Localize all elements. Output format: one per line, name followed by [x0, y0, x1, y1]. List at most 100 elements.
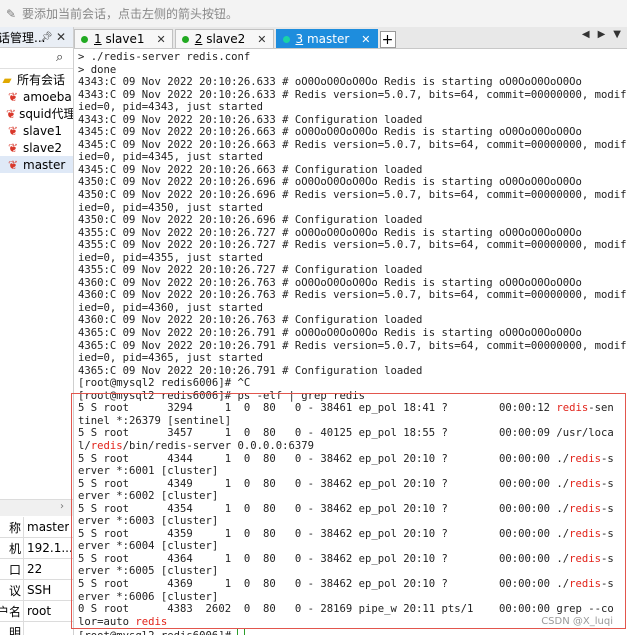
terminal-line-rest: -s	[601, 452, 614, 465]
terminal-line: 4355:C 09 Nov 2022 20:10:26.727 # Redis …	[78, 239, 627, 252]
terminal-line-rest: -s	[601, 477, 614, 490]
terminal-line-text: 4365:C 09 Nov 2022 20:10:26.791 # Config…	[78, 364, 423, 377]
terminal-line: > ./redis-server redis.conf	[78, 51, 627, 64]
session-tree: ▰ 所有会话 ❦ amoeba ❦ squid代理 ❦ slave1 ❦ sla…	[0, 71, 73, 173]
property-value: SSH	[27, 583, 52, 597]
close-tab-icon[interactable]: ✕	[361, 33, 370, 46]
terminal-output[interactable]: > ./redis-server redis.conf > done 4343:C …	[74, 49, 627, 635]
terminal-line: ied=0, pid=4360, just started	[78, 302, 627, 315]
terminal-line: erver *:6002 [cluster]	[78, 490, 627, 503]
terminal-line: > done	[78, 64, 627, 77]
grep-match-highlight: redis	[569, 502, 601, 515]
session-icon: ❦	[7, 157, 19, 172]
terminal-line: 5 S root 3457 1 0 80 0 - 40125 ep_pol 18…	[78, 427, 627, 440]
scroll-right-icon[interactable]: ›	[60, 501, 64, 512]
terminal-line-text: erver *:6005 [cluster]	[78, 565, 219, 578]
tab-master[interactable]: 3 master ✕	[275, 29, 378, 48]
terminal-line-text: 5 S root 3294 1 0 80 0 - 38461 ep_pol 18…	[78, 402, 557, 415]
terminal-line-text: erver *:6003 [cluster]	[78, 515, 219, 528]
pin-icon[interactable]: 📌︎	[40, 32, 53, 43]
tree-item-squid[interactable]: ❦ squid代理	[0, 105, 73, 122]
tree-item-label: squid代理	[19, 107, 74, 121]
session-icon: ❦	[7, 140, 19, 155]
property-value: 192.1...	[27, 541, 73, 555]
tab-slave2[interactable]: 2 slave2 ✕	[174, 29, 274, 48]
terminal-line-text: 4355:C 09 Nov 2022 20:10:26.727 # Config…	[78, 264, 423, 277]
session-search-bar[interactable]: ⌕	[0, 48, 73, 69]
terminal-line: ied=0, pid=4350, just started	[78, 202, 627, 215]
terminal-line-text: 5 S root 4344 1 0 80 0 - 38462 ep_pol 20…	[78, 452, 570, 465]
search-icon[interactable]: ⌕	[56, 50, 63, 65]
terminal-line-text: 4355:C 09 Nov 2022 20:10:26.727 # oO0OoO…	[78, 226, 582, 239]
terminal-line: 5 S root 4354 1 0 80 0 - 38462 ep_pol 20…	[78, 503, 627, 516]
terminal-line-text: 4365:C 09 Nov 2022 20:10:26.791 # Redis …	[78, 339, 627, 352]
sidebar-horizontal-scrollbar[interactable]: ›	[0, 499, 73, 516]
terminal-line: 4360:C 09 Nov 2022 20:10:26.763 # Config…	[78, 314, 627, 327]
grep-match-highlight: redis	[556, 402, 589, 415]
terminal-line-text: ied=0, pid=4365, just started	[78, 352, 263, 365]
terminal-line-text: 4343:C 09 Nov 2022 20:10:26.633 # oO0OoO…	[78, 76, 582, 89]
close-tab-icon[interactable]: ✕	[157, 33, 166, 46]
terminal-line-text: > done	[78, 63, 117, 76]
terminal-line: 4365:C 09 Nov 2022 20:10:26.791 # oO0OoO…	[78, 327, 627, 340]
terminal-line-text: [root@mysql2 redis6006]# ps -elf | grep …	[78, 389, 366, 402]
terminal-line-text: 4360:C 09 Nov 2022 20:10:26.763 # Redis …	[78, 289, 627, 302]
tab-label: 3 master	[295, 32, 350, 46]
terminal-line: ied=0, pid=4355, just started	[78, 252, 627, 265]
terminal-line-text: 5 S root 4349 1 0 80 0 - 38462 ep_pol 20…	[78, 477, 570, 490]
terminal-line: ied=0, pid=4345, just started	[78, 151, 627, 164]
terminal-line-text: 5 S root 4369 1 0 80 0 - 38462 ep_pol 20…	[78, 577, 570, 590]
session-icon: ❦	[6, 106, 17, 121]
tree-item-slave2[interactable]: ❦ slave2	[0, 139, 73, 156]
tree-item-label: amoeba	[23, 89, 72, 104]
terminal-line: 4355:C 09 Nov 2022 20:10:26.727 # Config…	[78, 264, 627, 277]
close-icon[interactable]: ✕	[56, 30, 66, 44]
tab-prev-icon[interactable]: ◀	[582, 29, 590, 40]
tree-root-all-sessions[interactable]: ▰ 所有会话	[0, 71, 73, 88]
terminal-line-rest: -s	[601, 552, 614, 565]
terminal-line-text: l/	[78, 439, 91, 452]
add-tab-button[interactable]: +	[379, 31, 396, 48]
terminal-line-text: 4350:C 09 Nov 2022 20:10:26.696 # Redis …	[78, 189, 627, 202]
terminal-line: 4350:C 09 Nov 2022 20:10:26.696 # oO0OoO…	[78, 176, 627, 189]
terminal-line-text: 5 S root 4359 1 0 80 0 - 38462 ep_pol 20…	[78, 527, 570, 540]
terminal-line: 0 S root 4383 2602 0 80 0 - 28169 pipe_w…	[78, 603, 627, 616]
property-key: 称	[0, 517, 24, 537]
terminal-line-text: ied=0, pid=4355, just started	[78, 251, 263, 264]
tab-slave1[interactable]: 1 slave1 ✕	[74, 29, 173, 48]
tree-item-amoeba[interactable]: ❦ amoeba	[0, 88, 73, 105]
terminal-line-text: 4355:C 09 Nov 2022 20:10:26.727 # Redis …	[78, 239, 627, 252]
terminal-line-text: 4360:C 09 Nov 2022 20:10:26.763 # oO0OoO…	[78, 276, 582, 289]
terminal-line: 4345:C 09 Nov 2022 20:10:26.663 # oO0OoO…	[78, 126, 627, 139]
property-value: root	[27, 604, 52, 618]
terminal-line-text: 5 S root 3457 1 0 80 0 - 40125 ep_pol 18…	[78, 427, 614, 440]
terminal-line-text: [root@mysql2 redis6006]# ^C	[78, 377, 251, 390]
terminal-line-text: erver *:6001 [cluster]	[78, 465, 219, 478]
property-key: 议	[0, 580, 24, 600]
tab-next-icon[interactable]: ▶	[598, 29, 606, 40]
terminal-line-text: 4343:C 09 Nov 2022 20:10:26.633 # Redis …	[78, 88, 627, 101]
grep-match-highlight: redis	[90, 439, 123, 452]
terminal-line: 5 S root 4349 1 0 80 0 - 38462 ep_pol 20…	[78, 478, 627, 491]
terminal-line: 5 S root 4364 1 0 80 0 - 38462 ep_pol 20…	[78, 553, 627, 566]
tree-item-master[interactable]: ❦ master	[0, 156, 73, 173]
pencil-icon[interactable]: ✎	[4, 7, 18, 21]
grep-match-highlight: redis	[135, 615, 168, 628]
connected-status-icon	[282, 35, 290, 43]
terminal-line-text: erver *:6002 [cluster]	[78, 490, 219, 503]
property-row: 口 22	[0, 559, 73, 580]
tab-label: 2 slave2	[194, 32, 246, 46]
tab-list-icon[interactable]: ▼	[613, 29, 621, 40]
folder-icon: ▰	[2, 72, 12, 87]
grep-match-highlight: redis	[569, 577, 601, 590]
session-manager-header: 话管理... 📌︎ ✕	[0, 27, 73, 48]
property-key: 户名	[0, 601, 24, 621]
terminal-line: 4343:C 09 Nov 2022 20:10:26.633 # Config…	[78, 114, 627, 127]
terminal-line-text: 4343:C 09 Nov 2022 20:10:26.633 # Config…	[78, 113, 423, 126]
terminal-line-text: lor=auto	[78, 615, 136, 628]
tree-item-slave1[interactable]: ❦ slave1	[0, 122, 73, 139]
terminal-lines: > ./redis-server redis.conf > done 4343:C …	[78, 51, 627, 635]
close-tab-icon[interactable]: ✕	[257, 33, 266, 46]
terminal-line: 5 S root 3294 1 0 80 0 - 38461 ep_pol 18…	[78, 402, 627, 415]
terminal-line: erver *:6005 [cluster]	[78, 565, 627, 578]
